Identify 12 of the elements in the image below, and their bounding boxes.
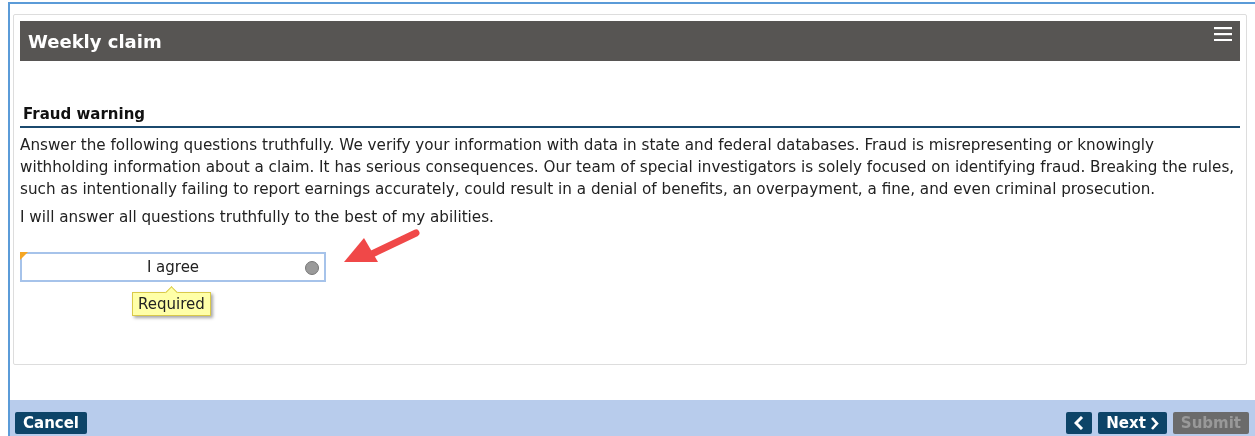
paragraph: I will answer all questions truthfully to the best of my abilities.: [20, 207, 495, 228]
section-heading: Fraud warning: [20, 105, 1240, 128]
next-button[interactable]: Next: [1098, 412, 1167, 434]
required-tooltip: Required: [132, 292, 211, 316]
menu-icon[interactable]: [1214, 27, 1232, 41]
page-title: Weekly claim: [28, 30, 162, 52]
agree-option[interactable]: I agree: [20, 252, 326, 282]
previous-button[interactable]: [1066, 412, 1093, 434]
chevron-left-icon: [1074, 416, 1085, 430]
paragraph: Answer the following questions truthfully. We verify your information with data in state and federal databases. Fraud is misrepresenting or knowingly withholding information about a claim. It has serious consequences. Our team of special investigators is solely focused on identifying fraud. Breaking the rules, such as intentionally failing to report earnings accurately, could result in a denial of benefits, an overpayment, a fine, and even criminal prosecution.: [20, 135, 1236, 200]
cancel-button[interactable]: Cancel: [15, 412, 87, 434]
chevron-right-icon: [1149, 416, 1159, 430]
